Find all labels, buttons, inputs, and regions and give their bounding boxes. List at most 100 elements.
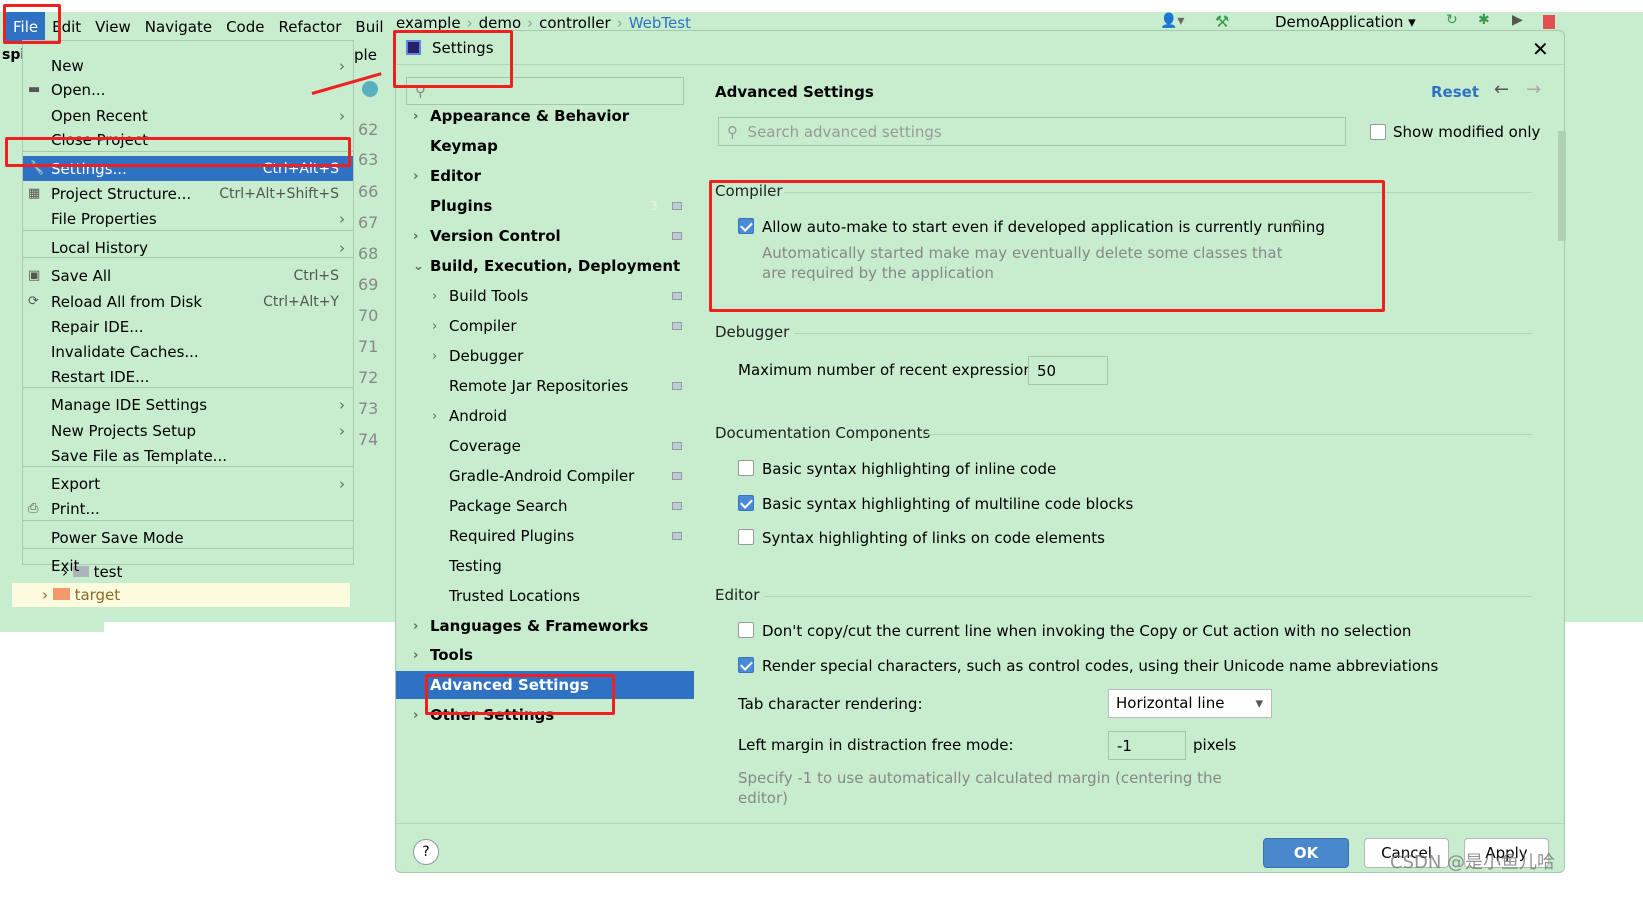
settings-tree-compiler[interactable]: › Compiler <box>396 312 694 340</box>
settings-tree-build-execution-deployment[interactable]: ⌄ Build, Execution, Deployment <box>396 252 694 280</box>
menu-item-file-properties[interactable]: File Properties › <box>23 206 353 231</box>
chevron-right-icon: › <box>432 348 438 364</box>
settings-tree-trusted-locations[interactable]: Trusted Locations <box>396 582 694 610</box>
settings-tree-editor[interactable]: › Editor <box>396 162 694 190</box>
menu-item-manage-ide-settings[interactable]: Manage IDE Settings › <box>23 392 353 417</box>
tree-item-label: Required Plugins <box>449 527 575 545</box>
menu-item-invalidate-caches[interactable]: Invalidate Caches... <box>23 339 353 364</box>
menu-item-local-history[interactable]: Local History › <box>23 235 353 260</box>
settings-tree-testing[interactable]: Testing <box>396 552 694 580</box>
divider <box>764 596 1532 597</box>
settings-tree-tools[interactable]: › Tools <box>396 641 694 669</box>
tree-item-label: Trusted Locations <box>449 587 581 605</box>
stop-icon[interactable] <box>1543 15 1555 29</box>
tab-rendering-select[interactable]: Horizontal line ▾ <box>1108 689 1272 718</box>
menu-item-print[interactable]: ⎙ Print... <box>23 496 353 521</box>
menu-item-open[interactable]: ▬ Open... <box>23 77 353 102</box>
watermark: CSDN @是小鱼儿哈 <box>1390 852 1556 873</box>
menu-code[interactable]: Code <box>219 12 271 42</box>
chevron-right-icon: › <box>413 108 419 124</box>
menu-item-restart-ide[interactable]: Restart IDE... <box>23 364 353 389</box>
debug-bug-icon[interactable]: ✱ <box>1478 12 1490 28</box>
build-hammer-icon[interactable]: ⚒ <box>1215 12 1229 31</box>
advanced-search-input[interactable]: ⚲ Search advanced settings <box>718 117 1346 146</box>
forward-arrow-icon[interactable]: → <box>1526 79 1541 100</box>
settings-tree-languages-frameworks[interactable]: › Languages & Frameworks <box>396 612 694 640</box>
search-placeholder: Search advanced settings <box>747 122 942 141</box>
menu-item-save-all[interactable]: ▣ Save All Ctrl+S <box>23 263 353 288</box>
menu-item-new-projects-setup[interactable]: New Projects Setup › <box>23 418 353 443</box>
user-icon[interactable]: 👤▾ <box>1160 13 1184 29</box>
close-icon[interactable]: ✕ <box>1532 37 1549 61</box>
option-checkbox[interactable] <box>738 529 754 545</box>
tree-item-target[interactable]: › target <box>42 586 120 604</box>
left-margin-input[interactable]: -1 <box>1108 731 1186 760</box>
menu-item-project-structure[interactable]: ▦ Project Structure... Ctrl+Alt+Shift+S <box>23 181 353 206</box>
menu-view[interactable]: View <box>88 12 138 42</box>
menu-item-label: Local History <box>51 238 149 257</box>
menu-item-label: Open Recent <box>51 106 148 125</box>
settings-tree-plugins[interactable]: Plugins 3 <box>396 192 694 220</box>
help-button[interactable]: ? <box>413 839 439 865</box>
menu-item-new[interactable]: New › <box>23 53 353 78</box>
option-checkbox[interactable] <box>738 657 754 673</box>
option-label: Syntax highlighting of links on code ele… <box>762 529 1105 547</box>
chevron-right-icon: › <box>339 395 345 414</box>
chevron-right-icon: › <box>432 288 438 304</box>
menu-item-save-file-as-template[interactable]: Save File as Template... <box>23 443 353 468</box>
menu-item-label: New <box>51 56 84 75</box>
settings-tree-package-search[interactable]: Package Search <box>396 492 694 520</box>
option-checkbox[interactable] <box>738 622 754 638</box>
option-checkbox[interactable] <box>738 460 754 476</box>
scrollbar[interactable] <box>1558 131 1566 241</box>
option-checkbox[interactable] <box>738 495 754 511</box>
menu-item-exit[interactable]: Exit <box>23 553 353 578</box>
rerun-icon[interactable]: ↻ <box>1446 12 1458 28</box>
menu-item-repair-ide[interactable]: Repair IDE... <box>23 314 353 339</box>
tree-item-label: Gradle-Android Compiler <box>449 467 635 485</box>
run-config-selector[interactable]: DemoApplication ▾ <box>1275 13 1416 31</box>
chevron-right-icon: › <box>339 106 345 125</box>
settings-tree-remote-jar-repositories[interactable]: Remote Jar Repositories <box>396 372 694 400</box>
ok-button[interactable]: OK <box>1263 838 1349 868</box>
menu-item-export[interactable]: Export › <box>23 471 353 496</box>
settings-tree-required-plugins[interactable]: Required Plugins <box>396 522 694 550</box>
menu-item-open-recent[interactable]: Open Recent › <box>23 103 353 128</box>
settings-tree-gradle-android-compiler[interactable]: Gradle-Android Compiler <box>396 462 694 490</box>
coverage-icon[interactable]: ▶ <box>1512 12 1523 28</box>
settings-tree-debugger[interactable]: › Debugger <box>396 342 694 370</box>
settings-tree-build-tools[interactable]: › Build Tools <box>396 282 694 310</box>
show-modified-label: Show modified only <box>1393 123 1541 141</box>
show-modified-checkbox[interactable] <box>1370 124 1386 140</box>
settings-tree-appearance-behavior[interactable]: › Appearance & Behavior <box>396 102 694 130</box>
back-arrow-icon[interactable]: ← <box>1494 79 1509 100</box>
menu-item-label: Reload All from Disk <box>51 292 203 311</box>
settings-tree-keymap[interactable]: Keymap <box>396 132 694 160</box>
save-icon: ▣ <box>28 268 41 283</box>
divider <box>924 434 1532 435</box>
project-level-icon <box>672 322 682 330</box>
menu-refactor[interactable]: Refactor <box>271 12 348 42</box>
menu-buil[interactable]: Buil <box>348 12 390 42</box>
menu-item-label: Export <box>51 474 101 493</box>
line-gutter: 62 63 66 67 68 69 70 71 72 73 74 <box>352 40 390 620</box>
recent-expressions-input[interactable]: 50 <box>1028 356 1108 385</box>
option-label: Basic syntax highlighting of inline code <box>762 460 1057 478</box>
menu-item-label: Open... <box>51 80 106 99</box>
menu-item-power-save-mode[interactable]: Power Save Mode <box>23 525 353 550</box>
project-level-icon <box>672 382 682 390</box>
line-number: 73 <box>358 399 379 418</box>
docs-section-title: Documentation Components <box>715 424 931 442</box>
project-level-icon <box>672 202 682 210</box>
settings-tree-version-control[interactable]: › Version Control <box>396 222 694 250</box>
tree-item-label: Version Control <box>430 227 561 245</box>
menu-item-reload-all-from-disk[interactable]: ⟳ Reload All from Disk Ctrl+Alt+Y <box>23 289 353 314</box>
tree-item-label: Languages & Frameworks <box>430 617 649 635</box>
ide-bottom-strip <box>0 620 104 632</box>
debugger-section-title: Debugger <box>715 323 790 341</box>
reset-link[interactable]: Reset <box>1431 83 1479 101</box>
class-icon <box>362 81 378 97</box>
menu-navigate[interactable]: Navigate <box>138 12 219 42</box>
settings-tree-android[interactable]: › Android <box>396 402 694 430</box>
settings-tree-coverage[interactable]: Coverage <box>396 432 694 460</box>
